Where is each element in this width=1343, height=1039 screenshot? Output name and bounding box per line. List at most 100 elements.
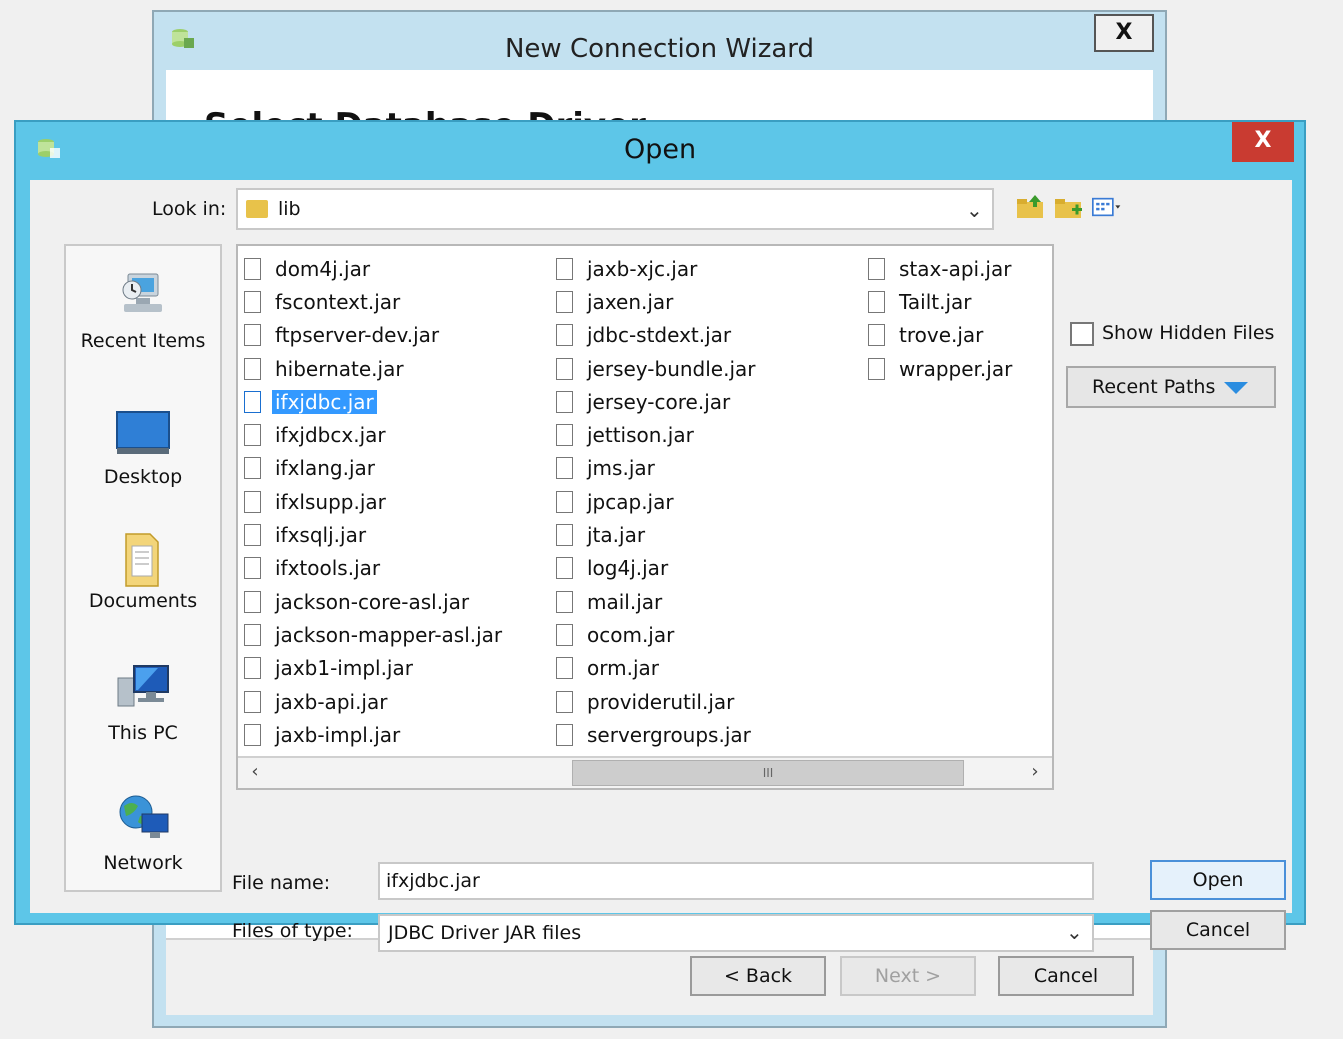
file-column: dom4j.jar fscontext.jar ftpserver-dev.jar h… xyxy=(244,252,502,751)
file-item[interactable]: jta.jar xyxy=(556,518,756,551)
file-icon xyxy=(244,524,261,547)
file-item[interactable]: jdbc-stdext.jar xyxy=(556,319,756,352)
file-item[interactable]: ocom.jar xyxy=(556,618,756,651)
file-item[interactable]: jaxen.jar xyxy=(556,285,756,318)
file-icon xyxy=(244,357,261,380)
file-item[interactable]: jms.jar xyxy=(556,452,756,485)
file-item[interactable]: ifxtools.jar xyxy=(244,552,502,585)
file-item[interactable]: jaxb-api.jar xyxy=(244,685,502,718)
file-icon xyxy=(244,690,261,713)
file-item[interactable]: jersey-bundle.jar xyxy=(556,352,756,385)
file-icon xyxy=(556,723,573,746)
file-icon xyxy=(556,290,573,313)
show-hidden-files-label: Show Hidden Files xyxy=(1102,322,1275,344)
scroll-grip: III xyxy=(762,766,774,780)
places-bar: Recent Items Desktop Documents This PC N… xyxy=(64,244,222,892)
file-item[interactable]: hibernate.jar xyxy=(244,352,502,385)
place-desktop[interactable]: Desktop xyxy=(66,406,220,488)
file-name-input[interactable]: ifxjdbc.jar xyxy=(378,862,1094,900)
chevron-down-icon[interactable]: ⌄ xyxy=(966,198,983,222)
file-item[interactable]: jaxb-impl.jar xyxy=(244,718,502,751)
recent-paths-button[interactable]: Recent Paths xyxy=(1066,366,1276,408)
place-label: This PC xyxy=(108,722,178,744)
open-dialog: Open X Look in: lib ⌄ Recent Items Deskt… xyxy=(14,120,1306,952)
recent-items-icon xyxy=(114,270,172,324)
network-icon xyxy=(114,792,172,846)
file-item[interactable]: ftpserver-dev.jar xyxy=(244,319,502,352)
file-item[interactable]: jaxb-xjc.jar xyxy=(556,252,756,285)
file-icon xyxy=(556,490,573,513)
scroll-left-icon[interactable]: ‹ xyxy=(242,761,268,785)
file-item[interactable]: jpcap.jar xyxy=(556,485,756,518)
file-icon xyxy=(556,457,573,480)
back-button[interactable]: < Back xyxy=(690,956,826,996)
file-item[interactable]: jaxb1-impl.jar xyxy=(244,652,502,685)
chevron-down-icon[interactable]: ⌄ xyxy=(1066,920,1083,944)
file-list: dom4j.jar fscontext.jar ftpserver-dev.jar h… xyxy=(236,244,1054,790)
file-name: ifxjdbc.jar xyxy=(272,389,377,414)
file-item[interactable]: ifxjdbc.jar xyxy=(244,385,502,418)
file-name: providerutil.jar xyxy=(587,689,735,714)
file-item[interactable]: ifxlsupp.jar xyxy=(244,485,502,518)
file-icon xyxy=(244,457,261,480)
wizard-title: New Connection Wizard xyxy=(504,34,815,64)
file-item[interactable]: dom4j.jar xyxy=(244,252,502,285)
up-folder-icon[interactable] xyxy=(1016,194,1046,224)
documents-icon xyxy=(114,530,172,587)
file-item[interactable]: wrapper.jar xyxy=(868,352,1012,385)
files-of-type-label: Files of type: xyxy=(232,920,353,942)
file-name: jdbc-stdext.jar xyxy=(587,323,732,348)
file-name: ocom.jar xyxy=(587,622,675,647)
look-in-dropdown[interactable]: lib ⌄ xyxy=(236,188,994,230)
wizard-cancel-button[interactable]: Cancel xyxy=(998,956,1134,996)
file-item[interactable]: ifxjdbcx.jar xyxy=(244,418,502,451)
file-item[interactable]: jackson-mapper-asl.jar xyxy=(244,618,502,651)
file-column: stax-api.jar Tailt.jar trove.jar wrapper.ja… xyxy=(868,252,1012,385)
file-item[interactable]: ifxsqlj.jar xyxy=(244,518,502,551)
file-name: dom4j.jar xyxy=(275,256,371,281)
file-item[interactable]: trove.jar xyxy=(868,319,1012,352)
file-item[interactable]: log4j.jar xyxy=(556,552,756,585)
file-item[interactable]: mail.jar xyxy=(556,585,756,618)
file-icon xyxy=(868,324,885,347)
file-item[interactable]: jersey-core.jar xyxy=(556,385,756,418)
place-this-pc[interactable]: This PC xyxy=(66,662,220,744)
file-icon xyxy=(244,324,261,347)
place-label: Network xyxy=(103,852,183,874)
file-name: trove.jar xyxy=(899,323,984,348)
file-item[interactable]: servergroups.jar xyxy=(556,718,756,751)
place-documents[interactable]: Documents xyxy=(66,530,220,612)
file-name: log4j.jar xyxy=(587,556,669,581)
place-network[interactable]: Network xyxy=(66,792,220,874)
place-recent-items[interactable]: Recent Items xyxy=(66,270,220,352)
next-button[interactable]: Next > xyxy=(840,956,976,996)
new-folder-icon[interactable] xyxy=(1054,194,1084,224)
file-name: orm.jar xyxy=(587,656,659,681)
file-item[interactable]: ifxlang.jar xyxy=(244,452,502,485)
file-icon xyxy=(556,657,573,680)
cancel-button[interactable]: Cancel xyxy=(1150,910,1286,950)
file-name: jpcap.jar xyxy=(587,489,674,514)
open-button[interactable]: Open xyxy=(1150,860,1286,900)
file-item[interactable]: jackson-core-asl.jar xyxy=(244,585,502,618)
file-item[interactable]: providerutil.jar xyxy=(556,685,756,718)
dropdown-arrow-icon xyxy=(1224,382,1248,394)
file-name: jackson-mapper-asl.jar xyxy=(275,622,503,647)
open-close-button[interactable]: X xyxy=(1232,122,1294,162)
file-name: hibernate.jar xyxy=(275,356,404,381)
scroll-right-icon[interactable]: › xyxy=(1022,761,1048,785)
file-item[interactable]: jettison.jar xyxy=(556,418,756,451)
files-of-type-dropdown[interactable]: JDBC Driver JAR files ⌄ xyxy=(378,914,1094,952)
file-icon xyxy=(556,390,573,413)
file-name: jersey-core.jar xyxy=(587,389,731,414)
file-item[interactable]: stax-api.jar xyxy=(868,252,1012,285)
file-item[interactable]: orm.jar xyxy=(556,652,756,685)
wizard-close-button[interactable]: X xyxy=(1094,14,1154,52)
recent-paths-label: Recent Paths xyxy=(1092,376,1216,398)
show-hidden-files-checkbox[interactable] xyxy=(1070,322,1094,346)
scrollbar-thumb[interactable]: III xyxy=(572,760,964,786)
file-item[interactable]: fscontext.jar xyxy=(244,285,502,318)
file-item[interactable]: Tailt.jar xyxy=(868,285,1012,318)
horizontal-scrollbar[interactable]: ‹ III › xyxy=(238,756,1052,788)
view-menu-icon[interactable] xyxy=(1092,194,1122,224)
